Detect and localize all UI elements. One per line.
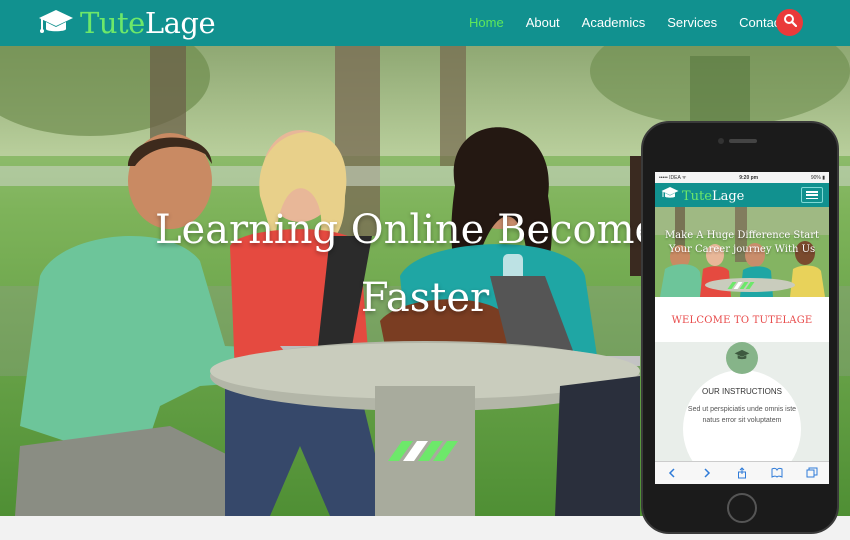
mobile-brand-part2: Lage	[711, 188, 745, 204]
phone-status-bar: ••••• IDEA ᯤ 9:20 pm 90% ▮	[655, 172, 829, 183]
nav-home[interactable]: Home	[469, 15, 504, 31]
search-icon	[783, 13, 797, 32]
phone-mockup: ••••• IDEA ᯤ 9:20 pm 90% ▮ TuteLage Make…	[641, 121, 839, 534]
mobile-instructions-section: OUR INSTRUCTIONS Sed ut perspiciatis und…	[655, 342, 829, 484]
brand-name: TuteLage	[80, 6, 216, 40]
mobile-badge	[726, 342, 758, 374]
mobile-instructions-title: OUR INSTRUCTIONS	[702, 387, 782, 396]
brand-name-part2: Lage	[144, 6, 216, 40]
mobile-brand-logo[interactable]: TuteLage	[661, 186, 744, 206]
mobile-brand-name: TuteLage	[682, 189, 744, 204]
graduation-cap-icon	[661, 186, 679, 206]
mobile-hero-title-line2: Your Career journey With Us	[668, 244, 816, 255]
phone-home-button[interactable]	[727, 493, 757, 523]
graduation-cap-icon	[38, 8, 74, 38]
share-icon[interactable]	[735, 466, 749, 480]
mobile-navbar: TuteLage	[655, 183, 829, 207]
status-time: 9:20 pm	[739, 174, 759, 181]
mobile-welcome-heading: WELCOME TO TUTELAGE	[671, 315, 813, 326]
mobile-instructions-body: Sed ut perspiciatis unde omnis iste natu…	[687, 406, 797, 424]
slider-pagination	[387, 441, 459, 461]
mobile-browser-toolbar	[655, 461, 829, 484]
phone-camera	[718, 138, 724, 144]
graduation-cap-icon	[734, 349, 750, 367]
status-carrier: ••••• IDEA ᯤ	[659, 174, 687, 181]
mobile-hero: Make A Huge Difference Start Your Career…	[655, 207, 829, 297]
phone-speaker	[729, 139, 757, 143]
mobile-slider-pagination	[727, 282, 755, 289]
brand-name-part1: Tute	[80, 6, 145, 40]
tabs-icon[interactable]	[805, 466, 819, 480]
nav-services[interactable]: Services	[667, 15, 717, 31]
nav-about[interactable]: About	[526, 15, 560, 31]
search-button[interactable]	[776, 9, 803, 36]
mobile-hero-title-line1: Make A Huge Difference Start	[664, 230, 820, 241]
hamburger-menu-icon[interactable]	[801, 187, 823, 203]
forward-icon[interactable]	[700, 466, 714, 480]
main-nav: Home About Academics Services Contact	[469, 15, 806, 31]
phone-screen: ••••• IDEA ᯤ 9:20 pm 90% ▮ TuteLage Make…	[655, 172, 829, 484]
status-battery: 90% ▮	[810, 174, 825, 181]
bookmarks-icon[interactable]	[770, 466, 784, 480]
back-icon[interactable]	[665, 466, 679, 480]
nav-academics[interactable]: Academics	[582, 15, 646, 31]
top-navbar: TuteLage Home About Academics Services C…	[0, 0, 850, 46]
mobile-brand-part1: Tute	[682, 188, 712, 204]
brand-logo[interactable]: TuteLage	[38, 6, 216, 40]
mobile-hero-title: Make A Huge Difference Start Your Career…	[655, 229, 829, 257]
